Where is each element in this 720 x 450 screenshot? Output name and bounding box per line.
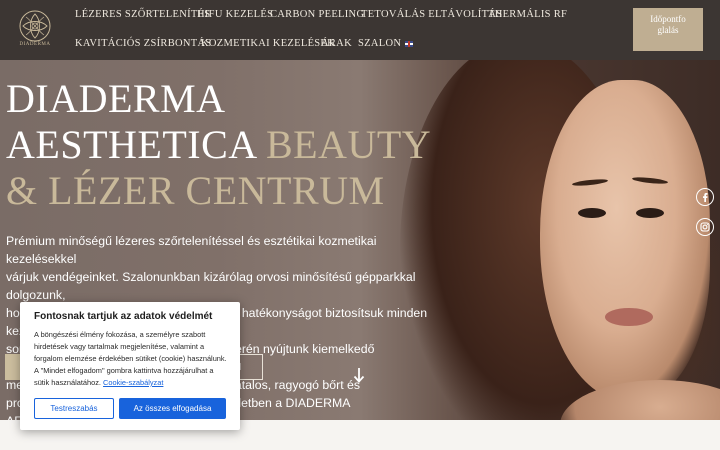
- nav-item-tetovalas-eltavolitas[interactable]: TETOVÁLÁS ELTÁVOLÍTÁS: [361, 9, 502, 20]
- nav-item-kozmetikai-kezelesek[interactable]: KOZMETIKAI KEZELÉSEK: [201, 38, 335, 49]
- nav-item-szalon[interactable]: SZALON: [358, 38, 401, 49]
- cookie-title: Fontosnak tartjuk az adatok védelmét: [34, 311, 213, 322]
- hero-image-face: [540, 80, 710, 400]
- hero-image-eye-left: [578, 208, 606, 218]
- logo[interactable]: DIADERMA: [16, 9, 54, 49]
- cookie-customize-button[interactable]: Testreszabás: [34, 398, 114, 419]
- hero-text-line: Prémium minőségű lézeres szőrtelenítésse…: [6, 234, 377, 266]
- hero-text-line: várjuk vendégeinket. Szalonunkban kizáró…: [6, 270, 416, 302]
- hero-title-white: DIADERMA AESTHETICA: [6, 76, 256, 167]
- nav-item-arak[interactable]: ÁRAK: [321, 38, 352, 49]
- nav-item-thermalis-rf[interactable]: THERMÁLIS RF: [488, 9, 567, 20]
- cookie-policy-link[interactable]: Cookie-szabályzat: [103, 378, 163, 387]
- nav-item-carbon-peeling[interactable]: CARBON PEELING: [270, 9, 364, 20]
- hero-image-lips: [605, 308, 653, 326]
- cookie-consent-dialog: Fontosnak tartjuk az adatok védelmét A b…: [20, 302, 240, 430]
- nav-item-lezeres-szortelenites[interactable]: LÉZERES SZŐRTELENÍTÉS: [75, 9, 210, 20]
- cookie-accept-all-button[interactable]: Az összes elfogadása: [119, 398, 226, 419]
- facebook-icon[interactable]: [696, 188, 714, 206]
- hero-title: DIADERMA AESTHETICA BEAUTY & LÉZER CENTR…: [6, 76, 436, 214]
- nav-item-kavitacios-zsirbontas[interactable]: KAVITÁCIÓS ZSÍRBONTÁS: [75, 38, 212, 49]
- cookie-text: A böngészési élmény fokozása, a személyr…: [34, 329, 230, 389]
- uk-flag-icon[interactable]: [405, 41, 413, 47]
- site-header: DIADERMA LÉZERES SZŐRTELENÍTÉS HIFU KEZE…: [0, 0, 720, 60]
- arrow-down-icon[interactable]: [352, 366, 366, 384]
- logo-text: DIADERMA: [19, 42, 51, 47]
- nav-item-hifu-kezeles[interactable]: HIFU KEZELÉS: [197, 9, 273, 20]
- hero-image-eye-right: [636, 208, 664, 218]
- booking-button[interactable]: Időpontfoglalás: [633, 8, 703, 51]
- instagram-icon[interactable]: [696, 218, 714, 236]
